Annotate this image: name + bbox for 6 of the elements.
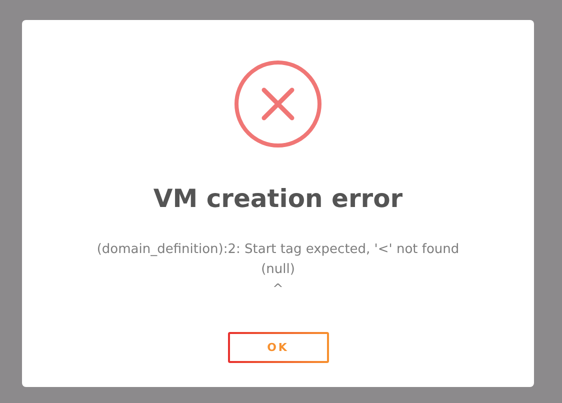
error-icon (234, 60, 322, 148)
error-message-line: ^ (272, 281, 284, 298)
dialog-title: VM creation error (153, 184, 403, 213)
error-message-line: (domain_definition):2: Start tag expected, '<' not found (96, 241, 460, 258)
ok-button[interactable]: OK (228, 332, 328, 363)
error-message-line: (null) (261, 261, 295, 278)
